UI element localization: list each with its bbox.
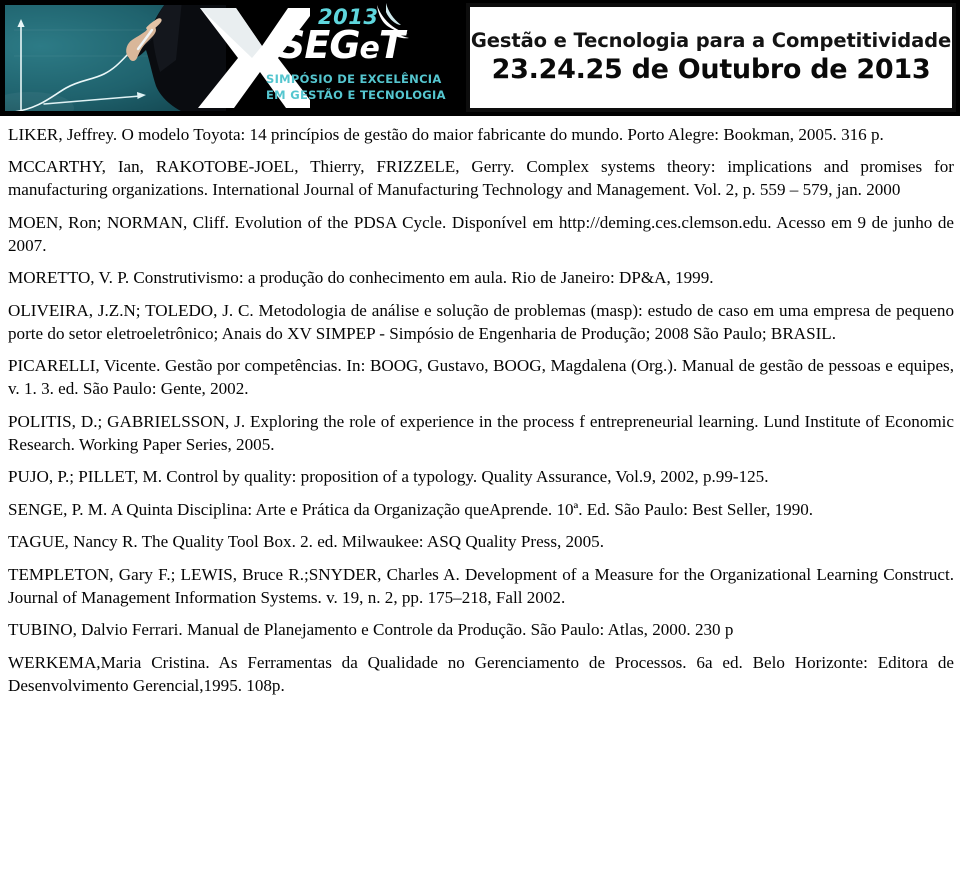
banner-photo-bottom-edge	[0, 111, 226, 116]
logo-subtitle-line-1: SIMPÓSIO DE EXCELÊNCIA	[266, 72, 442, 86]
event-theme-title: Gestão e Tecnologia para a Competitivida…	[470, 28, 952, 52]
banner-photo-top-edge	[0, 0, 226, 5]
reference-entry: PICARELLI, Vicente. Gestão por competênc…	[8, 356, 954, 399]
event-date: 23.24.25 de Outubro de 2013	[491, 54, 931, 86]
reference-entry: TUBINO, Dalvio Ferrari. Manual de Planej…	[8, 620, 734, 640]
reference-entry: TEMPLETON, Gary F.; LEWIS, Bruce R.;SNYD…	[8, 564, 954, 607]
reference-entry: MORETTO, V. P. Construtivismo: a produçã…	[8, 268, 714, 288]
seget-logo: 2013 SEGeT SIMPÓSIO DE EXCELÊNCIA EM GES…	[198, 0, 464, 116]
reference-entry: SENGE, P. M. A Quinta Disciplina: Arte e…	[8, 499, 814, 519]
logo-wordmark-seg: SEG	[278, 23, 361, 67]
logo-wordmark-t: T	[378, 23, 405, 67]
reference-entry: OLIVEIRA, J.Z.N; TOLEDO, J. C. Metodolog…	[8, 300, 954, 343]
references-list: LIKER, Jeffrey. O modelo Toyota: 14 prin…	[0, 116, 960, 698]
logo-wordmark-e: e	[359, 31, 380, 66]
reference-entry: MCCARTHY, Ian, RAKOTOBE-JOEL, Thierry, F…	[8, 157, 954, 200]
banner-photo-left-edge	[0, 0, 5, 116]
reference-entry: MOEN, Ron; NORMAN, Cliff. Evolution of t…	[8, 212, 954, 255]
event-title-card: Gestão e Tecnologia para a Competitivida…	[466, 3, 956, 112]
reference-entry: POLITIS, D.; GABRIELSSON, J. Exploring t…	[8, 411, 954, 454]
logo-subtitle-line-2: EM GESTÃO E TECNOLOGIA	[266, 88, 446, 102]
event-banner: 2013 SEGeT SIMPÓSIO DE EXCELÊNCIA EM GES…	[0, 0, 960, 116]
logo-wordmark: SEGeT	[278, 23, 405, 67]
reference-entry: PUJO, P.; PILLET, M. Control by quality:…	[8, 467, 769, 487]
reference-entry: TAGUE, Nancy R. The Quality Tool Box. 2.…	[8, 532, 604, 552]
reference-entry: LIKER, Jeffrey. O modelo Toyota: 14 prin…	[8, 125, 884, 144]
reference-entry: WERKEMA,Maria Cristina. As Ferramentas d…	[8, 652, 954, 695]
